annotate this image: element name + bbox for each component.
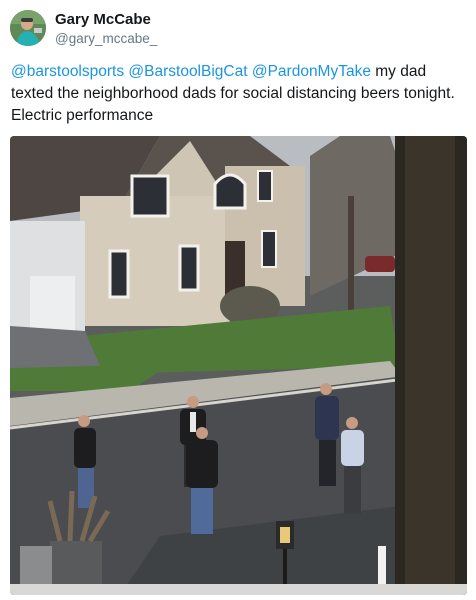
person-5 [341,417,364,514]
mention-link-pardonmytake[interactable]: @PardonMyTake [252,63,371,80]
neighborhood-street-photo-icon [10,136,467,595]
author-display-name[interactable]: Gary McCabe [55,11,151,28]
tweet-text: @barstoolsports @BarstoolBigCat @PardonM… [11,61,466,127]
profile-photo-icon [10,10,46,46]
author-handle[interactable]: @gary_mccabe_ [55,31,157,46]
avatar[interactable] [10,10,46,46]
tweet-photo[interactable] [10,136,467,595]
mention-link-barstoolbigcat[interactable]: @BarstoolBigCat [128,63,247,80]
mention-link-barstoolsports[interactable]: @barstoolsports [11,63,124,80]
tweet-card: Gary McCabe @gary_mccabe_ @barstoolsport… [0,0,476,600]
